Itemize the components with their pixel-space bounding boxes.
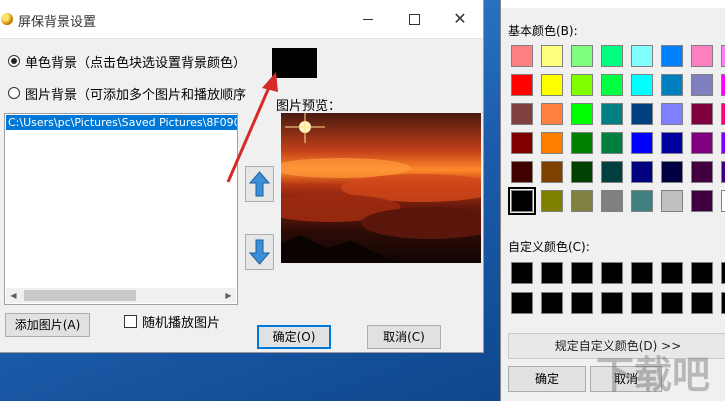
basic-color-cell[interactable] bbox=[691, 190, 713, 212]
color-ok-button[interactable]: 确定 bbox=[508, 366, 586, 392]
custom-color-cell[interactable] bbox=[721, 292, 725, 314]
basic-color-cell[interactable] bbox=[541, 103, 563, 125]
basic-color-cell[interactable] bbox=[631, 103, 653, 125]
basic-color-cell[interactable] bbox=[661, 190, 683, 212]
basic-color-cell[interactable] bbox=[601, 74, 623, 96]
basic-colors-label: 基本颜色(B): bbox=[508, 24, 578, 38]
basic-color-cell[interactable] bbox=[541, 45, 563, 67]
basic-color-cell[interactable] bbox=[511, 132, 533, 154]
custom-color-cell[interactable] bbox=[541, 292, 563, 314]
basic-color-cell[interactable] bbox=[541, 132, 563, 154]
custom-color-cell[interactable] bbox=[571, 262, 593, 284]
basic-color-cell[interactable] bbox=[601, 103, 623, 125]
basic-color-cell[interactable] bbox=[631, 161, 653, 183]
basic-color-cell[interactable] bbox=[511, 45, 533, 67]
basic-color-cell[interactable] bbox=[541, 74, 563, 96]
basic-color-cell[interactable] bbox=[541, 190, 563, 212]
basic-color-cell[interactable] bbox=[601, 132, 623, 154]
basic-color-cell[interactable] bbox=[691, 45, 713, 67]
basic-color-cell[interactable] bbox=[721, 74, 725, 96]
custom-color-cell[interactable] bbox=[661, 292, 683, 314]
custom-color-cell[interactable] bbox=[691, 292, 713, 314]
basic-color-cell[interactable] bbox=[691, 74, 713, 96]
custom-color-cell[interactable] bbox=[631, 262, 653, 284]
custom-color-cell[interactable] bbox=[511, 292, 533, 314]
basic-color-cell[interactable] bbox=[721, 190, 725, 212]
basic-color-cell[interactable] bbox=[571, 103, 593, 125]
basic-color-cell[interactable] bbox=[601, 161, 623, 183]
basic-color-cell[interactable] bbox=[541, 161, 563, 183]
custom-color-cell[interactable] bbox=[601, 262, 623, 284]
basic-color-cell[interactable] bbox=[691, 161, 713, 183]
basic-color-cell[interactable] bbox=[601, 190, 623, 212]
basic-color-cell[interactable] bbox=[721, 45, 725, 67]
basic-color-cell[interactable] bbox=[721, 103, 725, 125]
basic-color-cell[interactable] bbox=[571, 161, 593, 183]
basic-color-cell[interactable] bbox=[631, 74, 653, 96]
custom-color-cell[interactable] bbox=[511, 262, 533, 284]
basic-color-cell[interactable] bbox=[631, 45, 653, 67]
custom-color-cell[interactable] bbox=[631, 292, 653, 314]
custom-color-cell[interactable] bbox=[661, 262, 683, 284]
custom-color-cell[interactable] bbox=[541, 262, 563, 284]
basic-color-cell[interactable] bbox=[571, 45, 593, 67]
color-picker-dialog: 基本颜色(B): 自定义颜色(C): 规定自定义颜色(D) >> 确定 取消 bbox=[500, 0, 725, 401]
custom-color-cell[interactable] bbox=[601, 292, 623, 314]
basic-color-cell[interactable] bbox=[661, 161, 683, 183]
basic-color-cell[interactable] bbox=[661, 103, 683, 125]
basic-color-cell[interactable] bbox=[661, 132, 683, 154]
basic-color-cell[interactable] bbox=[571, 132, 593, 154]
basic-color-cell[interactable] bbox=[721, 161, 725, 183]
basic-color-cell[interactable] bbox=[691, 103, 713, 125]
basic-color-cell[interactable] bbox=[601, 45, 623, 67]
basic-color-cell[interactable] bbox=[511, 74, 533, 96]
color-dialog-title-strip bbox=[501, 0, 725, 8]
basic-color-cell[interactable] bbox=[631, 190, 653, 212]
basic-color-cell[interactable] bbox=[721, 132, 725, 154]
basic-color-cell[interactable] bbox=[661, 74, 683, 96]
custom-color-cell[interactable] bbox=[691, 262, 713, 284]
basic-color-cell[interactable] bbox=[661, 45, 683, 67]
basic-color-cell[interactable] bbox=[631, 132, 653, 154]
basic-color-cell[interactable] bbox=[571, 190, 593, 212]
basic-color-cell[interactable] bbox=[571, 74, 593, 96]
custom-colors-label: 自定义颜色(C): bbox=[508, 240, 590, 254]
basic-color-cell[interactable] bbox=[508, 187, 536, 215]
basic-color-cell[interactable] bbox=[691, 132, 713, 154]
custom-color-cell[interactable] bbox=[721, 262, 725, 284]
basic-color-cell[interactable] bbox=[511, 103, 533, 125]
custom-color-cell[interactable] bbox=[571, 292, 593, 314]
watermark-logo: 下载吧 bbox=[596, 353, 711, 397]
basic-color-cell[interactable] bbox=[511, 161, 533, 183]
